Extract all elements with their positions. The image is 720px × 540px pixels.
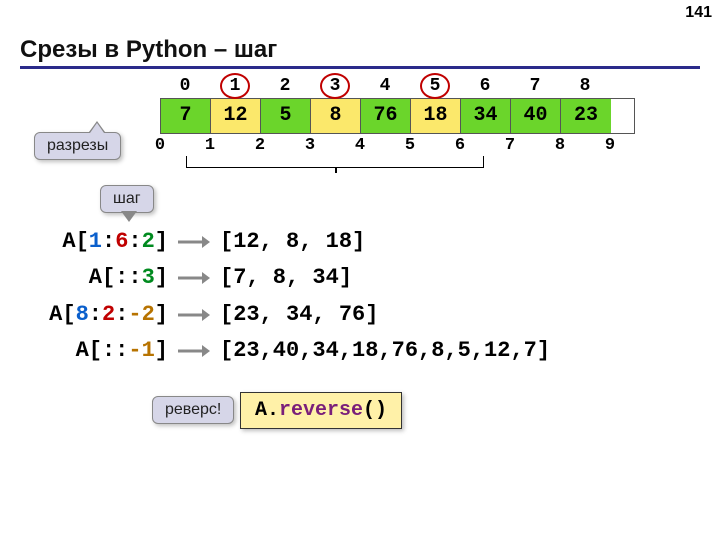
slice-expression: A[8:2:-2]	[28, 297, 168, 333]
slice-result: [12, 8, 18]	[220, 224, 365, 260]
array-cell: 18	[411, 99, 461, 133]
callout-cuts-pointer	[90, 123, 104, 133]
slice-result: [23, 34, 76]	[220, 297, 378, 333]
callout-cuts: разрезы	[34, 132, 121, 160]
bottom-index: 2	[235, 136, 285, 155]
bottom-index: 7	[485, 136, 535, 155]
array-cell: 76	[361, 99, 411, 133]
example-row: A[::-1] [23,40,34,18,76,8,5,12,7]	[28, 333, 550, 369]
bottom-index: 0	[135, 136, 185, 155]
array-cell: 12	[211, 99, 261, 133]
array-diagram: 012345678 712587618344023 0123456789	[160, 76, 635, 155]
slice-result: [7, 8, 34]	[220, 260, 352, 296]
top-index: 2	[260, 76, 310, 96]
top-index-row: 012345678	[160, 76, 635, 96]
top-index: 4	[360, 76, 410, 96]
rev-paren: ()	[363, 399, 387, 422]
arrow-icon	[178, 270, 210, 286]
arrow-icon	[178, 307, 210, 323]
array-cell: 40	[511, 99, 561, 133]
bottom-index: 8	[535, 136, 585, 155]
example-row: A[1:6:2] [12, 8, 18]	[28, 224, 550, 260]
top-index: 0	[160, 76, 210, 96]
example-row: A[8:2:-2] [23, 34, 76]	[28, 297, 550, 333]
slice-expression: A[1:6:2]	[28, 224, 168, 260]
rev-method: reverse	[279, 399, 363, 422]
callout-reverse: реверс!	[152, 396, 234, 424]
bottom-index: 3	[285, 136, 335, 155]
array-cells: 712587618344023	[160, 98, 635, 134]
slice-expression: A[::-1]	[28, 333, 168, 369]
array-cell: 8	[311, 99, 361, 133]
rev-dot: .	[267, 399, 279, 422]
callout-step-pointer	[122, 210, 136, 220]
example-row: A[::3] [7, 8, 34]	[28, 260, 550, 296]
bottom-index: 1	[185, 136, 235, 155]
arrow-icon	[178, 234, 210, 250]
slice-result: [23,40,34,18,76,8,5,12,7]	[220, 333, 550, 369]
array-cell: 34	[461, 99, 511, 133]
bottom-index: 6	[435, 136, 485, 155]
arrow-icon	[178, 343, 210, 359]
bottom-index: 4	[335, 136, 385, 155]
top-index: 1	[210, 76, 260, 96]
callout-step: шаг	[100, 185, 154, 213]
slice-bracket	[186, 156, 484, 168]
slice-expression: A[::3]	[28, 260, 168, 296]
array-cell: 7	[161, 99, 211, 133]
rev-obj: A	[255, 399, 267, 422]
reverse-code-box: A.reverse()	[240, 392, 402, 429]
top-index: 6	[460, 76, 510, 96]
array-cell: 5	[261, 99, 311, 133]
bottom-index-row: 0123456789	[135, 136, 635, 155]
bottom-index: 5	[385, 136, 435, 155]
array-cell: 23	[561, 99, 611, 133]
page-title: Срезы в Python – шаг	[20, 36, 700, 69]
bottom-index: 9	[585, 136, 635, 155]
top-index: 8	[560, 76, 610, 96]
top-index: 3	[310, 76, 360, 96]
slice-examples: A[1:6:2][12, 8, 18]A[::3][7, 8, 34]A[8:2…	[28, 224, 550, 369]
page-number: 141	[685, 4, 712, 22]
top-index: 7	[510, 76, 560, 96]
top-index: 5	[410, 76, 460, 96]
